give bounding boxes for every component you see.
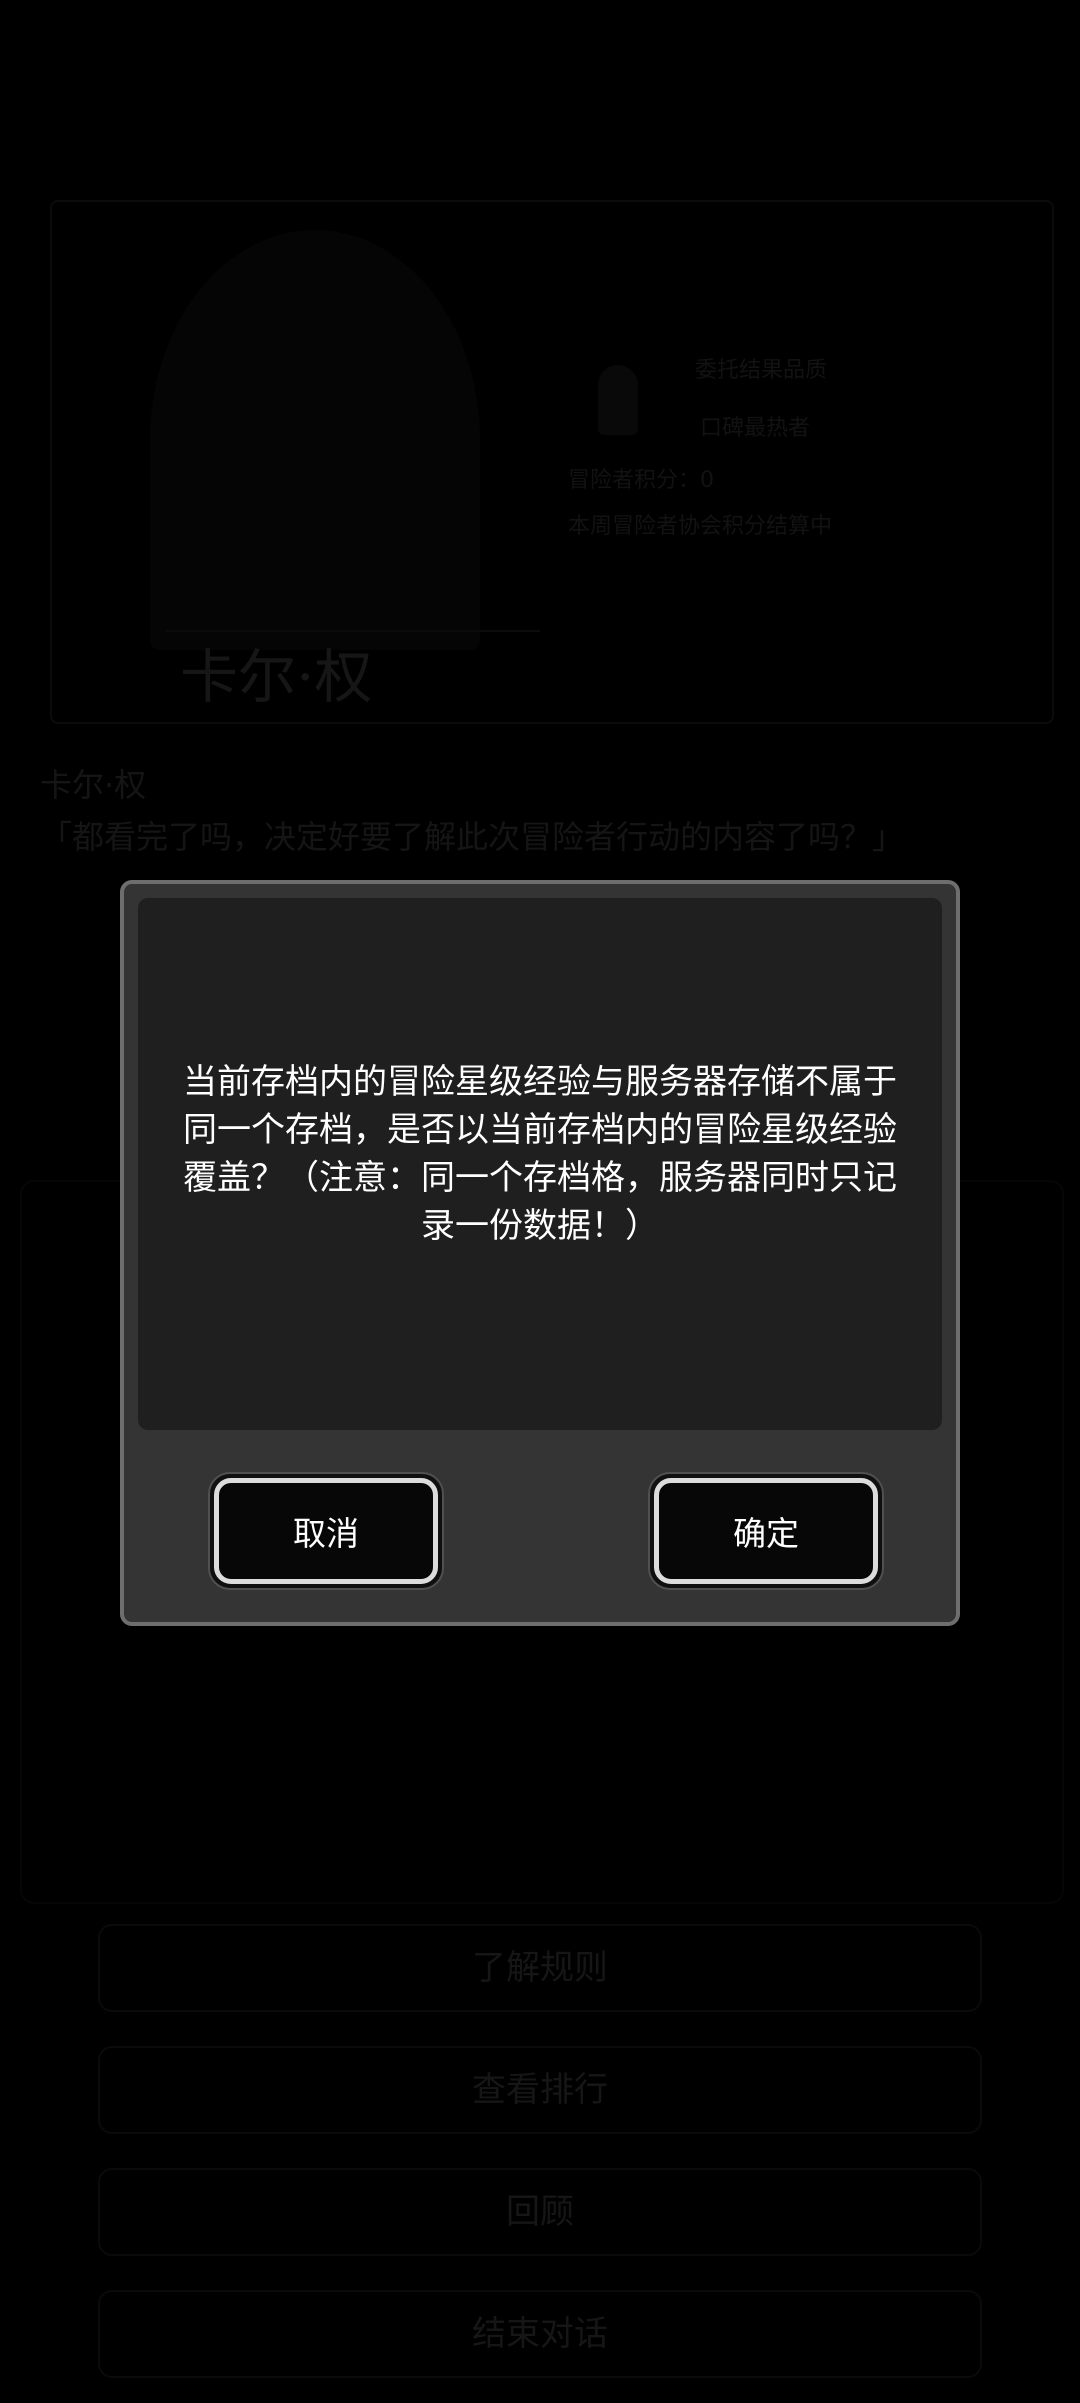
option-end-dialog-button[interactable]: 结束对话 [98,2290,982,2378]
cancel-button-label: 取消 [214,1478,438,1584]
speaker-name: 卡尔·权 [40,766,147,804]
dialog-message: 当前存档内的冒险星级经验与服务器存储不属于同一个存档，是否以当前存档内的冒险星级… [183,1062,897,1246]
option-review-button[interactable]: 回顾 [98,2168,982,2256]
confirm-button-label: 确定 [654,1478,878,1584]
character-name-plate: 卡尔·权 [165,630,540,724]
cancel-button[interactable]: 取消 [208,1472,444,1590]
avatar [598,365,638,435]
info-line: 冒险者积分：0 [568,468,714,493]
confirm-button[interactable]: 确定 [648,1472,884,1590]
info-line: 口碑最热者 [700,416,811,441]
character-portrait [150,230,480,650]
confirm-dialog: 当前存档内的冒险星级经验与服务器存储不属于同一个存档，是否以当前存档内的冒险星级… [120,880,960,1626]
option-rules-button[interactable]: 了解规则 [98,1924,982,2012]
dialog-message-area: 当前存档内的冒险星级经验与服务器存储不属于同一个存档，是否以当前存档内的冒险星级… [138,898,942,1430]
dialogue-text: 「都看完了吗，决定好要了解此次冒险者行动的内容了吗？」 [40,818,905,856]
info-line: 委托结果品质 [695,358,828,383]
option-ranking-button[interactable]: 查看排行 [98,2046,982,2134]
info-line: 本周冒险者协会积分结算中 [568,514,833,539]
